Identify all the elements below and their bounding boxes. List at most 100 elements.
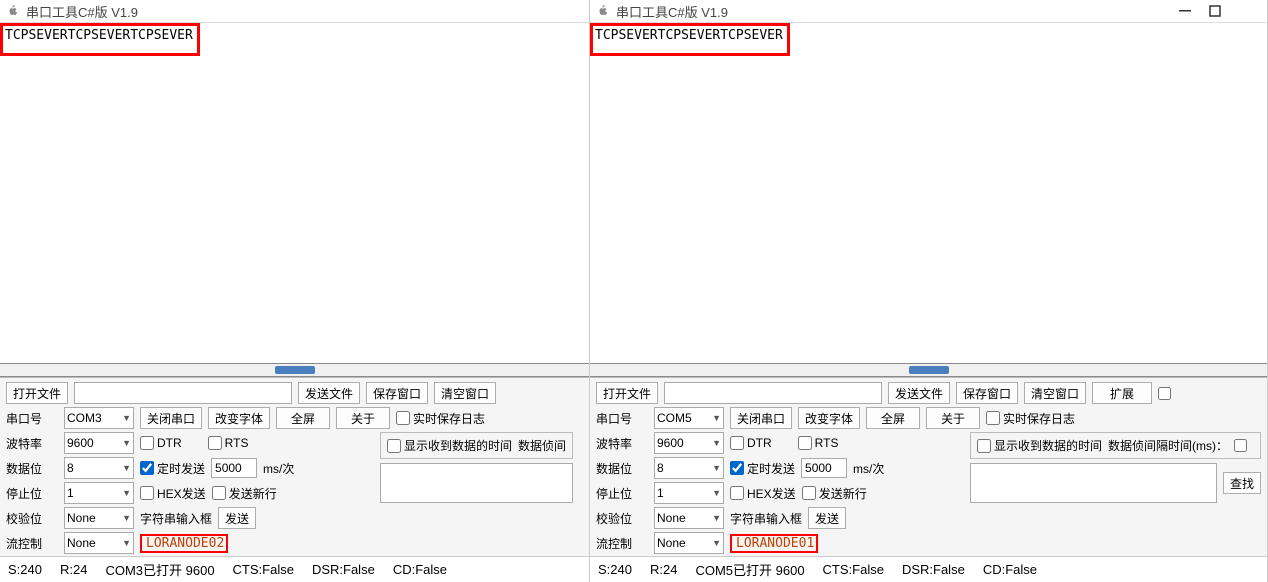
status-r: R:24 xyxy=(60,562,87,577)
port-label: 串口号 xyxy=(596,410,648,427)
stopbits-label: 停止位 xyxy=(596,485,648,502)
expand-button[interactable]: 扩展 xyxy=(1092,382,1152,404)
recv-interval-label: 数据侦间隔时间(ms)： xyxy=(1108,437,1228,454)
status-port: COM3已打开 9600 xyxy=(105,560,214,579)
send-file-button[interactable]: 发送文件 xyxy=(298,382,360,404)
stopbits-select[interactable]: 1▼ xyxy=(654,482,724,504)
databits-select[interactable]: 8▼ xyxy=(64,457,134,479)
status-cd: CD:False xyxy=(983,562,1037,577)
stopbits-select[interactable]: 1▼ xyxy=(64,482,134,504)
node-text: LORANODE01 xyxy=(734,536,814,551)
about-button[interactable]: 关于 xyxy=(336,407,390,429)
send-input[interactable] xyxy=(380,463,573,503)
about-button[interactable]: 关于 xyxy=(926,407,980,429)
chevron-down-icon: ▼ xyxy=(712,513,721,523)
minimize-icon[interactable] xyxy=(1179,5,1191,17)
hex-send-checkbox[interactable]: HEX发送 xyxy=(140,485,206,502)
baud-select[interactable]: 9600▼ xyxy=(64,432,134,454)
fullscreen-button[interactable]: 全屏 xyxy=(276,407,330,429)
clear-window-button[interactable]: 清空窗口 xyxy=(1024,382,1086,404)
port-select[interactable]: COM5▼ xyxy=(654,407,724,429)
receive-highlight: TCPSEVERTCPSEVERTCPSEVER xyxy=(590,23,790,56)
recv-interval-label: 数据侦间 xyxy=(518,437,566,454)
dtr-checkbox[interactable]: DTR xyxy=(140,436,182,450)
change-font-button[interactable]: 改变字体 xyxy=(208,407,270,429)
flowctrl-label: 流控制 xyxy=(596,535,648,552)
send-newline-checkbox[interactable]: 发送新行 xyxy=(802,485,867,502)
timed-send-checkbox[interactable]: 定时发送 xyxy=(730,460,795,477)
titlebar-right: 串口工具C#版 V1.9 ✕ xyxy=(590,0,1267,22)
node-text: LORANODE02 xyxy=(144,536,224,551)
open-file-button[interactable]: 打开文件 xyxy=(596,382,658,404)
rts-checkbox[interactable]: RTS xyxy=(798,436,839,450)
rts-checkbox[interactable]: RTS xyxy=(208,436,249,450)
interval-input[interactable] xyxy=(211,458,257,478)
change-font-button[interactable]: 改变字体 xyxy=(798,407,860,429)
send-button[interactable]: 发送 xyxy=(218,507,256,529)
save-window-button[interactable]: 保存窗口 xyxy=(956,382,1018,404)
node-highlight: LORANODE02 xyxy=(140,534,228,553)
chevron-down-icon: ▼ xyxy=(122,488,131,498)
databits-select[interactable]: 8▼ xyxy=(654,457,724,479)
expand-checkbox[interactable] xyxy=(1158,387,1171,400)
databits-label: 数据位 xyxy=(6,460,58,477)
baud-label: 波特率 xyxy=(596,435,648,452)
fullscreen-button[interactable]: 全屏 xyxy=(866,407,920,429)
close-port-button[interactable]: 关闭串口 xyxy=(730,407,792,429)
chevron-down-icon: ▼ xyxy=(712,413,721,423)
controls-panel: 打开文件 发送文件 保存窗口 清空窗口 扩展 串口号 COM5▼ 关闭串口 改变… xyxy=(590,377,1267,556)
splitter[interactable] xyxy=(590,363,1267,377)
show-recv-time-checkbox[interactable]: 显示收到数据的时间 xyxy=(977,437,1102,454)
string-input-label: 字符串输入框 xyxy=(730,510,802,527)
send-newline-checkbox[interactable]: 发送新行 xyxy=(212,485,277,502)
find-button[interactable]: 查找 xyxy=(1223,472,1261,494)
send-input[interactable] xyxy=(970,463,1217,503)
show-recv-time-checkbox[interactable]: 显示收到数据的时间 xyxy=(387,437,512,454)
status-port: COM5已打开 9600 xyxy=(695,560,804,579)
file-path-input[interactable] xyxy=(664,382,882,404)
open-file-button[interactable]: 打开文件 xyxy=(6,382,68,404)
port-select[interactable]: COM3▼ xyxy=(64,407,134,429)
realtime-save-checkbox[interactable]: 实时保存日志 xyxy=(396,410,485,427)
titlebar-left: 串口工具C#版 V1.9 xyxy=(0,0,589,22)
window-title: 串口工具C#版 V1.9 xyxy=(26,2,138,21)
file-path-input[interactable] xyxy=(74,382,292,404)
send-file-button[interactable]: 发送文件 xyxy=(888,382,950,404)
send-button[interactable]: 发送 xyxy=(808,507,846,529)
status-cts: CTS:False xyxy=(233,562,294,577)
chevron-down-icon: ▼ xyxy=(122,413,131,423)
timed-send-checkbox[interactable]: 定时发送 xyxy=(140,460,205,477)
databits-label: 数据位 xyxy=(596,460,648,477)
dtr-checkbox[interactable]: DTR xyxy=(730,436,772,450)
flowctrl-label: 流控制 xyxy=(6,535,58,552)
recv-interval-checkbox[interactable] xyxy=(1234,439,1247,452)
flowctrl-select[interactable]: None▼ xyxy=(64,532,134,554)
chevron-down-icon: ▼ xyxy=(122,513,131,523)
splitter[interactable] xyxy=(0,363,589,377)
save-window-button[interactable]: 保存窗口 xyxy=(366,382,428,404)
interval-unit: ms/次 xyxy=(263,460,294,477)
interval-input[interactable] xyxy=(801,458,847,478)
maximize-icon[interactable] xyxy=(1209,5,1221,17)
close-port-button[interactable]: 关闭串口 xyxy=(140,407,202,429)
clear-window-button[interactable]: 清空窗口 xyxy=(434,382,496,404)
statusbar: S:240 R:24 COM5已打开 9600 CTS:False DSR:Fa… xyxy=(590,556,1267,582)
receive-area[interactable]: TCPSEVERTCPSEVERTCPSEVER xyxy=(590,22,1267,363)
chevron-down-icon: ▼ xyxy=(712,538,721,548)
realtime-save-checkbox[interactable]: 实时保存日志 xyxy=(986,410,1075,427)
receive-area[interactable]: TCPSEVERTCPSEVERTCPSEVER xyxy=(0,22,589,363)
hex-send-checkbox[interactable]: HEX发送 xyxy=(730,485,796,502)
received-text: TCPSEVERTCPSEVERTCPSEVER xyxy=(595,28,783,43)
chevron-down-icon: ▼ xyxy=(712,488,721,498)
status-cts: CTS:False xyxy=(823,562,884,577)
baud-label: 波特率 xyxy=(6,435,58,452)
grip-icon xyxy=(909,366,949,374)
grip-icon xyxy=(275,366,315,374)
flowctrl-select[interactable]: None▼ xyxy=(654,532,724,554)
baud-select[interactable]: 9600▼ xyxy=(654,432,724,454)
parity-select[interactable]: None▼ xyxy=(64,507,134,529)
chevron-down-icon: ▼ xyxy=(712,438,721,448)
stopbits-label: 停止位 xyxy=(6,485,58,502)
receive-highlight: TCPSEVERTCPSEVERTCPSEVER xyxy=(0,23,200,56)
parity-select[interactable]: None▼ xyxy=(654,507,724,529)
